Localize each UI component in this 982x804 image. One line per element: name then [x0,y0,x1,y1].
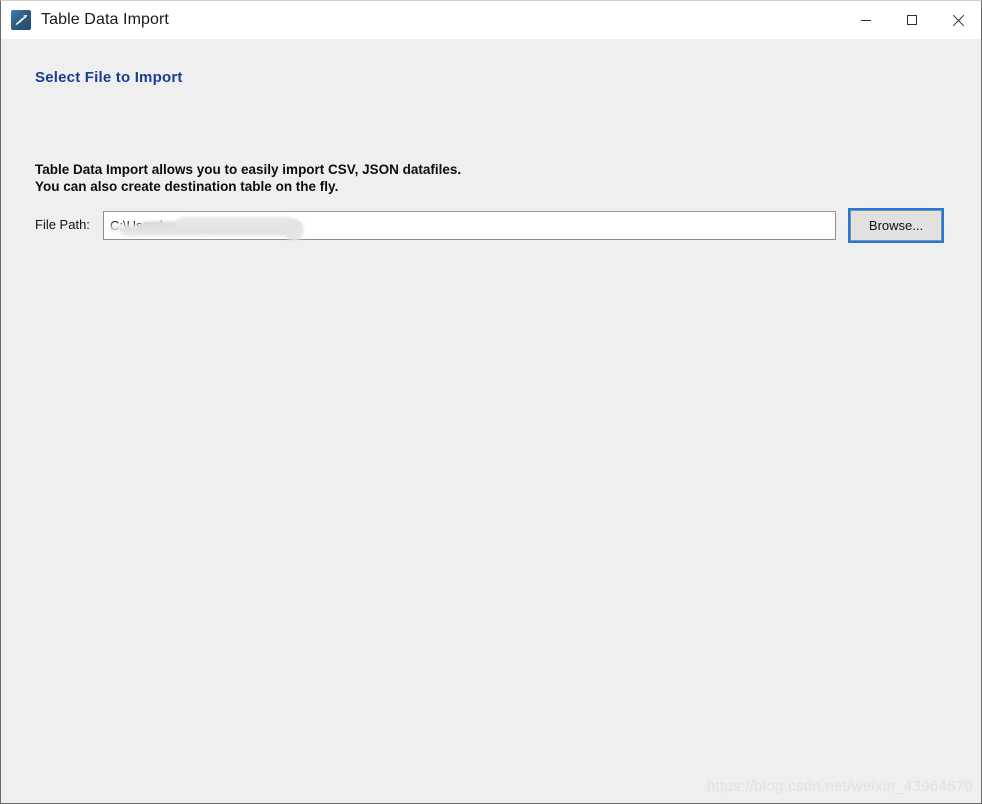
description-text: Table Data Import allows you to easily i… [35,161,461,195]
close-icon[interactable] [935,1,981,39]
table-data-import-window: Table Data Import Select File to Import … [0,0,982,804]
description-line-2: You can also create destination table on… [35,179,339,194]
description-line-1: Table Data Import allows you to easily i… [35,162,462,177]
title-bar: Table Data Import [1,1,981,39]
page-title: Select File to Import [35,69,183,86]
file-path-input[interactable] [103,211,836,240]
maximize-icon[interactable] [889,1,935,39]
browse-button[interactable]: Browse... [850,210,942,241]
title-bar-left: Table Data Import [11,1,169,39]
window-title: Table Data Import [41,11,169,28]
watermark-text: https://blog.csdn.net/weixin_43964679 [706,778,973,795]
window-controls [843,1,981,39]
minimize-icon[interactable] [843,1,889,39]
mysql-workbench-dolphin-icon [11,10,31,30]
file-path-input-wrapper [1,211,981,241]
file-path-row: File Path: Browse... [1,210,981,241]
wizard-content: Select File to Import Table Data Import … [1,39,981,803]
